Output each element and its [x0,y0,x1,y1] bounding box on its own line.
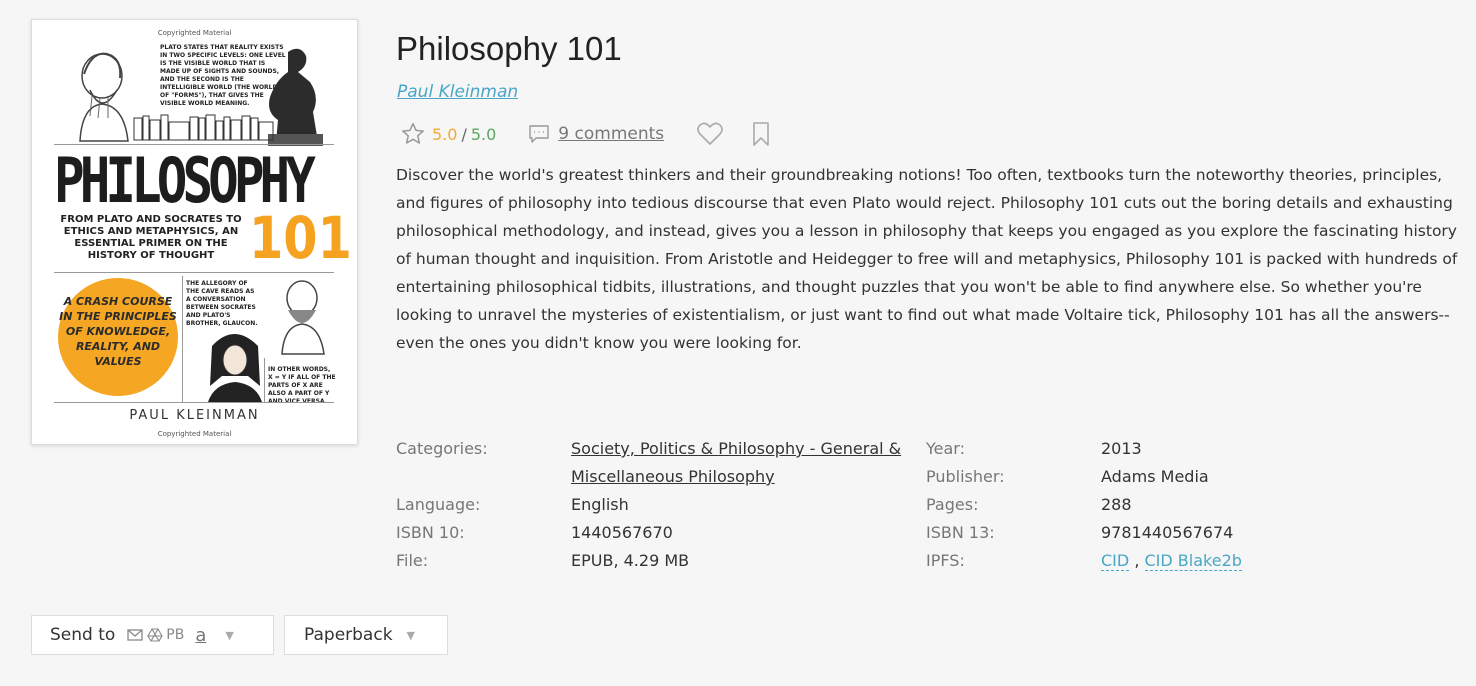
descartes-portrait-illustration [208,334,262,402]
isbn13-label: ISBN 13: [926,523,995,542]
publisher-label: Publisher: [926,467,1005,486]
year-value: 2013 [1101,439,1142,458]
file-label: File: [396,551,429,570]
ipfs-cid-blake2b-link[interactable]: CID Blake2b [1144,551,1242,571]
cover-copyright-bottom: Copyrighted Material [157,430,232,438]
pages-label: Pages: [926,495,979,514]
cover-divider [264,358,265,402]
isbn10-value: 1440567670 [571,523,673,542]
comments-link[interactable]: 9 comments [528,124,664,144]
book-meta-row: 5.0 / 5.0 9 comments [400,119,772,149]
cover-number: 101 [249,204,352,272]
isbn10-label: ISBN 10: [396,523,465,542]
book-description: Discover the world's greatest thinkers a… [396,166,1458,352]
pages-value: 288 [1101,495,1132,514]
rating-max: 5.0 [470,124,497,144]
book-title: Philosophy 101 [396,30,622,67]
cover-divider [182,276,183,402]
cover-author: PAUL KLEINMAN [129,408,260,423]
cover-other-words-text: IN OTHER WORDS, X = Y IF ALL OF THE PART… [268,366,336,405]
send-to-targets: PB a [127,625,211,646]
cover-allegory-text: THE ALLEGORY OF THE CAVE READS AS A CONV… [186,280,258,327]
author-link[interactable]: Paul Kleinman [397,82,518,102]
caret-down-icon: ▼ [406,628,416,642]
cover-badge: A CRASH COURSE IN THE PRINCIPLES OF KNOW… [58,278,178,396]
publisher-value: Adams Media [1101,467,1209,486]
ipfs-links: CID , CID Blake2b [1101,547,1242,575]
comments-label: 9 comments [558,124,665,144]
year-label: Year: [926,439,965,458]
ipfs-separator: , [1134,551,1140,570]
heart-icon[interactable] [696,121,724,147]
send-to-button[interactable]: Send to PB a ▼ [31,615,274,655]
categories-link[interactable]: Society, Politics & Philosophy - General… [571,435,931,491]
format-label: Paperback [304,625,393,645]
ipfs-label: IPFS: [926,551,965,570]
language-value: English [571,495,629,514]
isbn13-value: 9781440567674 [1101,523,1234,542]
categories-label: Categories: [396,439,488,458]
send-to-label: Send to [50,625,116,645]
caret-down-icon: ▼ [225,628,234,642]
cover-divider [54,402,334,403]
rating[interactable]: 5.0 / 5.0 [400,121,496,147]
rating-separator: / [461,124,467,144]
rating-value: 5.0 [432,124,458,144]
book-cover[interactable]: Copyrighted Material PLATO STATES THAT R… [31,19,358,445]
mail-icon [127,629,143,641]
socrates-bust-illustration [281,280,325,355]
books-illustration [133,114,274,141]
ipfs-cid-link[interactable]: CID [1101,551,1130,571]
language-label: Language: [396,495,481,514]
star-icon [402,122,424,144]
pocketbook-icon: PB [166,627,185,643]
bookmark-icon[interactable] [750,121,772,147]
cover-copyright-top: Copyrighted Material [157,29,232,37]
amazon-icon: a [195,624,207,646]
file-value: EPUB, 4.29 MB [571,551,690,570]
cover-subtitle: FROM PLATO AND SOCRATES TO ETHICS AND ME… [60,214,242,261]
comment-icon [529,125,549,143]
cover-divider [54,272,334,273]
drive-icon [147,628,163,642]
format-dropdown[interactable]: Paperback ▼ [284,615,448,655]
